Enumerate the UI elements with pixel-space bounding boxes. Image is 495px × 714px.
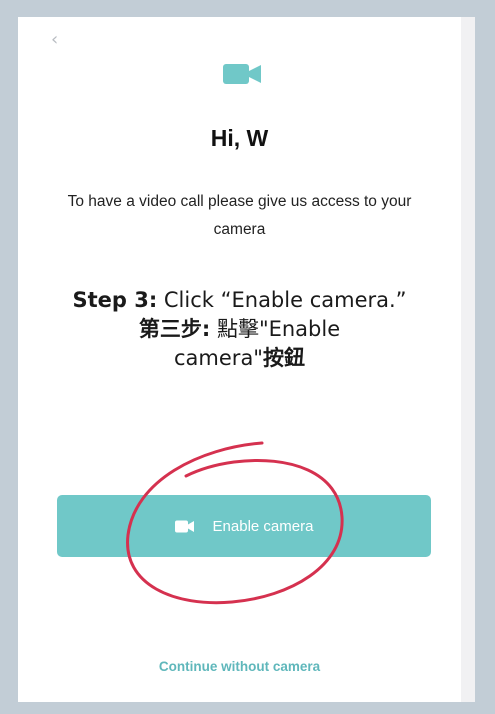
step-label: Step 3: [72, 288, 158, 312]
video-camera-icon [174, 520, 195, 533]
zh-step-text-3: 按鈕 [262, 346, 305, 370]
step-instruction: Step 3: Click “Enable camera.” 第三步: 點擊"E… [18, 286, 461, 373]
back-button[interactable]: ‹ [51, 30, 58, 50]
step-text: Click “Enable camera.” [157, 288, 407, 312]
step-instruction-en: Step 3: Click “Enable camera.” [18, 286, 461, 315]
zh-step-label: 第三步: [138, 317, 211, 341]
step-instruction-zh: 第三步: 點擊"Enable [18, 315, 461, 344]
zh-step-text-1: 點擊"Enable [210, 317, 341, 341]
scroll-strip [461, 17, 475, 702]
greeting-title: Hi, W [210, 125, 269, 151]
zh-step-text-2: camera" [174, 346, 263, 370]
continue-without-camera-link[interactable]: Continue without camera [18, 659, 461, 674]
enable-camera-label: Enable camera [212, 517, 314, 535]
video-camera-icon [223, 63, 263, 90]
camera-access-description: To have a video call please give us acce… [67, 193, 412, 238]
enable-camera-button[interactable]: Enable camera [57, 495, 431, 557]
step-instruction-zh-line2: camera"按鈕 [18, 344, 461, 373]
